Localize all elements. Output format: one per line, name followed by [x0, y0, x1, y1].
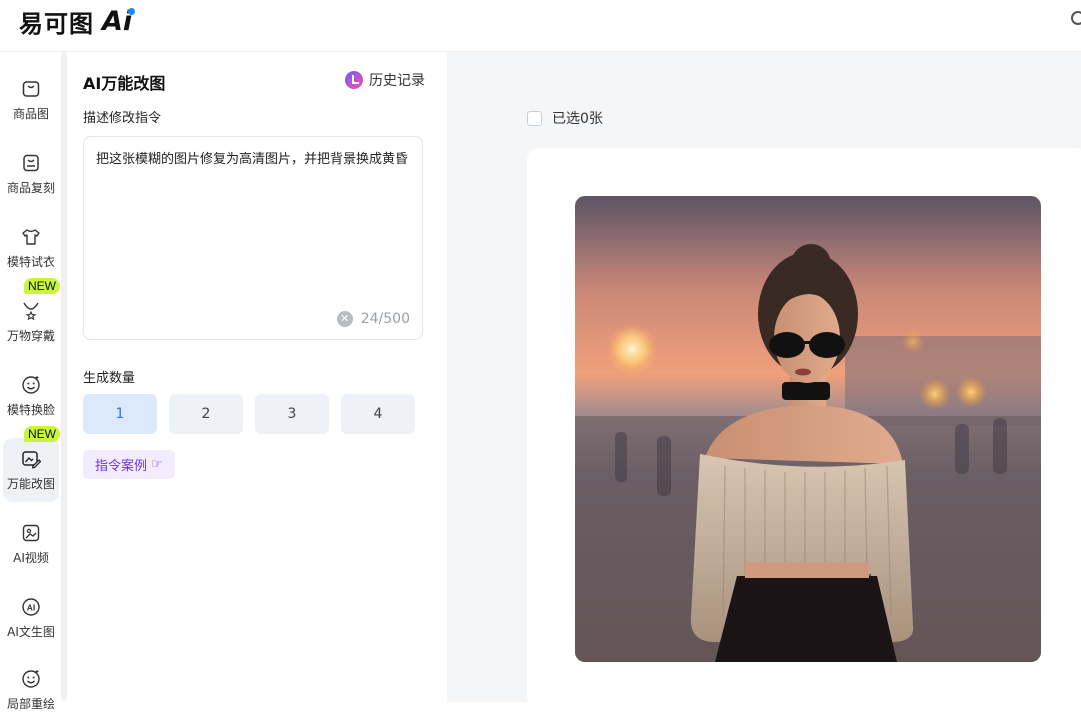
quantity-option-4[interactable]: 4	[341, 394, 415, 434]
quantity-option-3[interactable]: 3	[255, 394, 329, 434]
face-icon	[21, 669, 41, 689]
bag-icon	[21, 79, 41, 99]
control-panel: AI万能改图 历史记录 描述修改指令 把这张模糊的图片修复为高清图片，并把背景换…	[67, 52, 447, 702]
image-edit-icon	[21, 449, 41, 469]
char-count: 24/500	[360, 311, 410, 327]
sidebar-item-label: 模特试衣	[6, 254, 55, 269]
preview-image[interactable]	[575, 196, 1041, 662]
logo-text: 易可图	[19, 9, 94, 38]
sidebar-item-label: 商品图	[12, 106, 49, 121]
quantity-option-1[interactable]: 1	[83, 394, 157, 434]
refresh-icon[interactable]	[1071, 11, 1081, 25]
prompt-label: 描述修改指令	[83, 111, 162, 126]
logo-ai-dot	[128, 7, 136, 15]
sidebar-item-wear-anything[interactable]: 万物穿戴	[3, 290, 59, 354]
history-icon	[345, 71, 363, 89]
sidebar-item-partial-redraw[interactable]: 局部重绘	[3, 658, 59, 722]
necklace-icon	[21, 301, 41, 321]
sidebar-item-product-copy[interactable]: 商品复刻	[3, 142, 59, 206]
sidebar-item-model-tryon[interactable]: 模特试衣	[3, 216, 59, 280]
top-bar: 易可图 Ai	[0, 0, 1081, 52]
sidebar: 商品图 商品复刻 模特试衣 万物穿戴 NEW 模特换脸 万能改图 NEW AI视…	[0, 52, 62, 711]
main-area: 已选0张	[447, 52, 1081, 708]
sidebar-item-ai-video[interactable]: AI视频	[3, 512, 59, 576]
panel-title: AI万能改图	[83, 74, 166, 93]
sidebar-item-label: 万物穿戴	[6, 328, 55, 343]
sidebar-item-label: 模特换脸	[6, 402, 55, 417]
image-card	[527, 148, 1081, 708]
sidebar-item-label: AI视频	[13, 550, 49, 565]
face-swap-icon	[21, 375, 41, 395]
new-badge: NEW	[24, 426, 60, 442]
quantity-option-2[interactable]: 2	[169, 394, 243, 434]
history-label: 历史记录	[369, 73, 425, 89]
svg-text:AI: AI	[27, 602, 36, 612]
logo-ai: Ai	[102, 6, 136, 37]
bag-copy-icon	[21, 153, 41, 173]
ai-text-image-icon: AI	[21, 597, 41, 617]
pointing-hand-icon: ☞	[151, 457, 163, 472]
sidebar-item-label: 商品复刻	[6, 180, 55, 195]
prompt-text[interactable]: 把这张模糊的图片修复为高清图片，并把背景换成黄昏	[96, 149, 412, 171]
logo[interactable]: 易可图 Ai	[19, 4, 136, 38]
sidebar-item-ai-text-to-image[interactable]: AI AI文生图	[3, 586, 59, 650]
sidebar-item-label: 局部重绘	[6, 696, 55, 711]
clear-icon[interactable]: ✕	[336, 311, 353, 327]
cases-label: 指令案例	[95, 459, 148, 474]
video-icon	[21, 523, 41, 543]
selected-count: 已选0张	[552, 111, 603, 127]
prompt-counter: ✕ 24/500	[336, 311, 410, 327]
select-all-row[interactable]: 已选0张	[527, 108, 603, 128]
sidebar-item-label: AI文生图	[7, 624, 55, 639]
sidebar-item-image-edit[interactable]: 万能改图	[3, 438, 59, 502]
quantity-label: 生成数量	[83, 371, 136, 386]
sidebar-item-face-swap[interactable]: 模特换脸	[3, 364, 59, 428]
new-badge: NEW	[24, 278, 60, 294]
tshirt-icon	[21, 227, 41, 247]
history-button[interactable]: 历史记录	[345, 70, 425, 90]
prompt-textarea[interactable]: 把这张模糊的图片修复为高清图片，并把背景换成黄昏 ✕ 24/500	[83, 136, 423, 340]
sidebar-item-label: 万能改图	[6, 476, 55, 491]
sidebar-item-product-image[interactable]: 商品图	[3, 68, 59, 132]
select-checkbox[interactable]	[527, 110, 542, 126]
instruction-cases-button[interactable]: 指令案例 ☞	[83, 450, 175, 479]
